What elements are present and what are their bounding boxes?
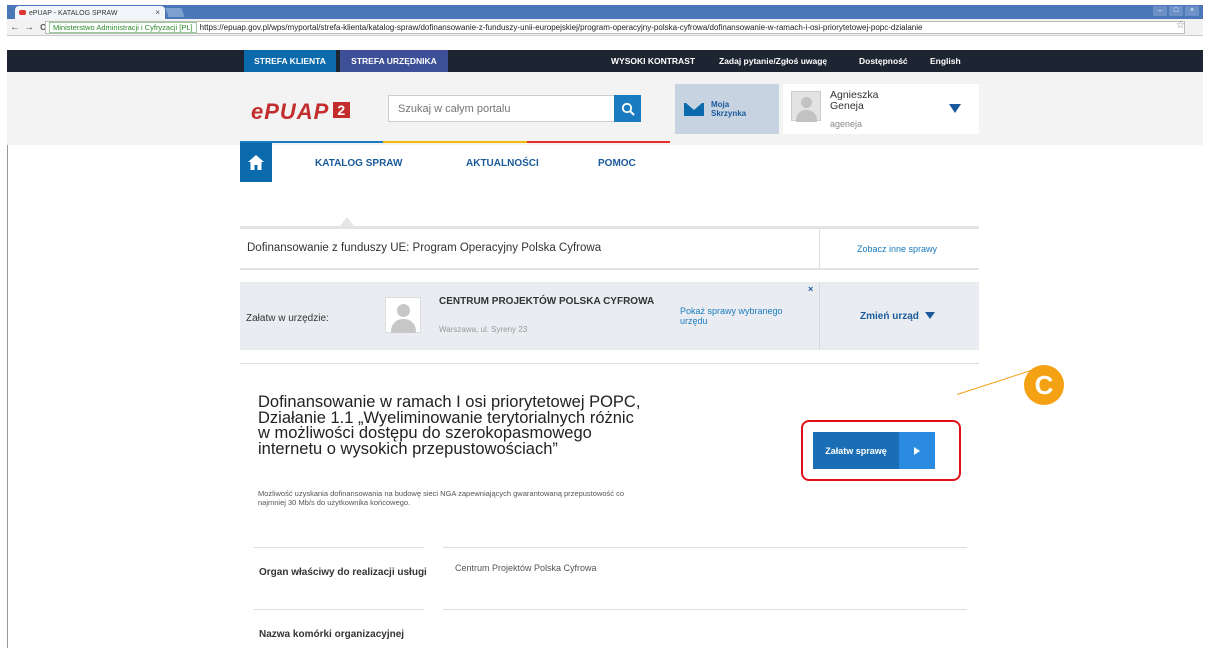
show-office-services-link[interactable]: Pokaż sprawy wybranego urzędu bbox=[680, 306, 810, 326]
bookmark-star-icon[interactable]: ☆ bbox=[1176, 20, 1185, 31]
divider bbox=[819, 282, 820, 350]
avatar bbox=[791, 91, 821, 122]
nav-news[interactable]: AKTUALNOŚCI bbox=[466, 158, 539, 169]
tab-official-zone[interactable]: STREFA URZĘDNIKA bbox=[340, 50, 448, 72]
divider bbox=[240, 226, 979, 229]
top-bar: STREFA KLIENTA STREFA URZĘDNIKA WYSOKI K… bbox=[7, 50, 1203, 72]
chevron-down-icon bbox=[924, 312, 935, 319]
change-office-label: Zmień urząd bbox=[860, 311, 919, 322]
nav-color-strip bbox=[240, 141, 670, 143]
epuap-logo[interactable]: ePUAP 2 bbox=[251, 99, 351, 125]
nav-line-yellow bbox=[383, 141, 527, 143]
office-name: CENTRUM PROJEKTÓW POLSKA CYFROWA bbox=[439, 296, 655, 307]
nav-catalog[interactable]: KATALOG SPRAW bbox=[315, 158, 402, 169]
detail-value: Centrum Projektów Polska Cyfrowa bbox=[455, 563, 597, 573]
divider bbox=[254, 547, 424, 548]
my-inbox-button[interactable]: Moja Skrzynka bbox=[675, 84, 779, 134]
detail-label: Organ właściwy do realizacji usługi bbox=[259, 567, 427, 578]
window-controls: – □ × bbox=[1153, 6, 1199, 16]
breadcrumb-pointer bbox=[340, 217, 354, 226]
nav-help[interactable]: POMOC bbox=[598, 158, 636, 169]
change-office-button[interactable]: Zmień urząd bbox=[860, 311, 935, 322]
office-address: Warszawa, ul. Syreny 23 bbox=[439, 325, 528, 334]
chevron-down-icon[interactable] bbox=[949, 104, 961, 113]
service-title: Dofinansowanie w ramach I osi prioryteto… bbox=[258, 393, 641, 458]
english-link[interactable]: English bbox=[930, 50, 961, 72]
logo-text: ePUAP bbox=[251, 99, 330, 124]
divider bbox=[240, 268, 979, 270]
forward-icon[interactable]: → bbox=[23, 22, 35, 33]
tab-client-zone[interactable]: STREFA KLIENTA bbox=[244, 50, 336, 72]
user-login: ageneja bbox=[830, 119, 863, 129]
home-button[interactable] bbox=[240, 143, 272, 182]
ask-question-link[interactable]: Zadaj pytanie/Zgłoś uwagę bbox=[719, 50, 827, 72]
divider bbox=[443, 547, 967, 548]
callout-badge: C bbox=[1024, 365, 1064, 405]
category-title: Dofinansowanie z funduszy UE: Program Op… bbox=[247, 242, 602, 254]
search-button[interactable] bbox=[614, 95, 641, 122]
divider bbox=[254, 609, 424, 610]
browser-tab-strip: ePUAP - KATALOG SPRAW × – □ × bbox=[7, 5, 1203, 20]
home-icon bbox=[248, 155, 264, 170]
envelope-icon bbox=[684, 102, 704, 116]
user-menu[interactable]: Agnieszka Geneja ageneja bbox=[783, 84, 979, 134]
search-input[interactable] bbox=[388, 95, 616, 122]
office-avatar bbox=[385, 297, 421, 333]
tab-title: ePUAP - KATALOG SPRAW bbox=[29, 9, 118, 17]
logo-badge: 2 bbox=[333, 102, 351, 118]
favicon-icon bbox=[19, 10, 26, 15]
back-icon[interactable]: ← bbox=[9, 22, 21, 33]
mailbox-label: Moja Skrzynka bbox=[711, 100, 747, 118]
highlight-frame bbox=[801, 420, 961, 481]
detail-label: Nazwa komórki organizacyjnej bbox=[259, 629, 405, 640]
high-contrast-link[interactable]: WYSOKI KONTRAST bbox=[611, 50, 695, 72]
user-name: Agnieszka Geneja bbox=[830, 89, 879, 112]
clear-office-icon[interactable]: × bbox=[808, 284, 813, 294]
divider bbox=[240, 363, 979, 364]
search-icon bbox=[621, 102, 635, 116]
url-field[interactable]: Ministerstwo Administracji i Cyfryzacji … bbox=[45, 21, 1185, 34]
url-text: https://epuap.gov.pl/wps/myportal/strefa… bbox=[199, 23, 923, 32]
address-bar: ← → C Ministerstwo Administracji i Cyfry… bbox=[7, 19, 1203, 36]
maximize-icon[interactable]: □ bbox=[1169, 6, 1183, 16]
secure-badge[interactable]: Ministerstwo Administracji i Cyfryzacji … bbox=[49, 22, 197, 33]
service-description: Możliwość uzyskania dofinansowania na bu… bbox=[258, 489, 625, 507]
minimize-icon[interactable]: – bbox=[1153, 6, 1167, 16]
new-tab-button[interactable] bbox=[165, 8, 185, 17]
accessibility-link[interactable]: Dostępność bbox=[859, 50, 908, 72]
divider bbox=[443, 609, 967, 610]
close-window-icon[interactable]: × bbox=[1185, 6, 1199, 16]
divider bbox=[819, 229, 820, 269]
browser-tab[interactable]: ePUAP - KATALOG SPRAW × bbox=[15, 6, 165, 20]
tab-close-icon[interactable]: × bbox=[155, 8, 160, 17]
see-other-services-link[interactable]: Zobacz inne sprawy bbox=[857, 244, 937, 254]
office-label: Załatw w urzędzie: bbox=[246, 313, 329, 324]
nav-line-red bbox=[526, 141, 670, 143]
